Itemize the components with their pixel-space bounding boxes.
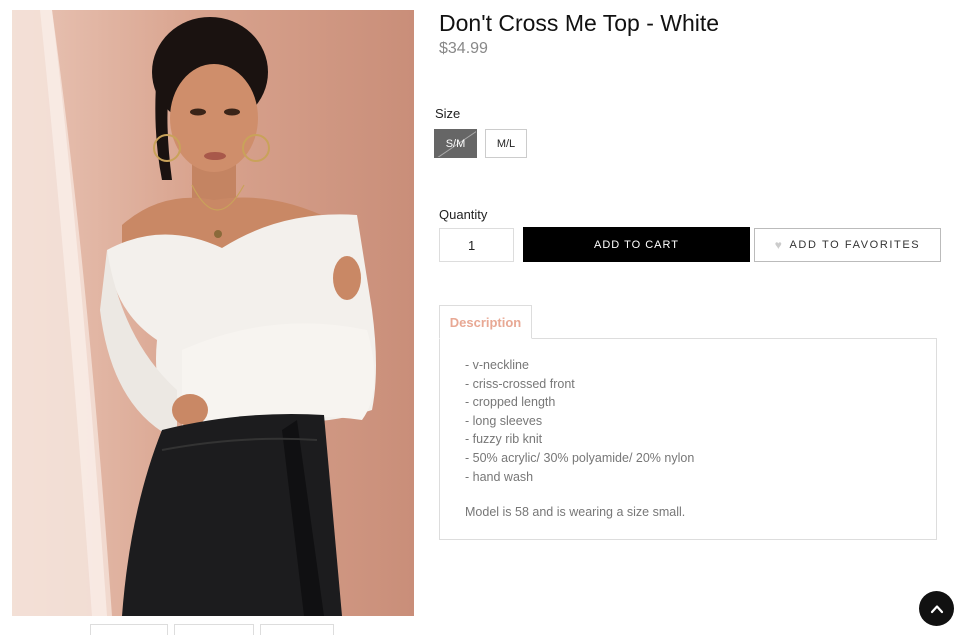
quantity-input[interactable] bbox=[439, 228, 514, 262]
add-to-favorites-label: ADD TO FAVORITES bbox=[789, 239, 921, 251]
heart-icon: ♥ bbox=[774, 238, 784, 252]
chevron-up-icon bbox=[930, 604, 943, 613]
size-option-sm[interactable]: S/M bbox=[434, 129, 477, 158]
list-item: - hand wash bbox=[465, 469, 534, 484]
list-item: - criss-crossed front bbox=[465, 376, 575, 391]
list-item: - fuzzy rib knit bbox=[465, 432, 543, 447]
thumbnail-2[interactable] bbox=[174, 624, 254, 635]
list-item: - long sleeves bbox=[465, 413, 543, 428]
scroll-to-top-button[interactable] bbox=[919, 591, 954, 626]
description-list: - v-neckline - criss-crossed front - cro… bbox=[465, 356, 694, 486]
product-price: $34.99 bbox=[439, 40, 488, 57]
thumbnail-1[interactable] bbox=[90, 624, 168, 635]
product-title: Don't Cross Me Top - White bbox=[439, 10, 720, 36]
size-option-ml[interactable]: M/L bbox=[485, 129, 527, 158]
product-photo-illustration bbox=[12, 10, 376, 616]
add-to-favorites-button[interactable]: ♥ ADD TO FAVORITES bbox=[754, 228, 941, 262]
product-image[interactable] bbox=[12, 10, 414, 616]
size-option-label: M/L bbox=[496, 137, 516, 150]
quantity-label: Quantity bbox=[439, 207, 488, 222]
thumbnail-3[interactable] bbox=[260, 624, 334, 635]
list-item: - v-neckline bbox=[465, 358, 529, 372]
add-to-cart-label: ADD TO CART bbox=[594, 238, 679, 251]
add-to-cart-button[interactable]: ADD TO CART bbox=[523, 227, 750, 262]
list-item: - 50% acrylic/ 30% polyamide/ 20% nylon bbox=[465, 450, 695, 465]
list-item: - cropped length bbox=[465, 395, 556, 410]
size-option-label: S/M bbox=[445, 137, 466, 150]
size-label: Size bbox=[435, 106, 461, 121]
model-note: Model is 58 and is wearing a size small. bbox=[465, 505, 686, 519]
tab-description[interactable]: Description bbox=[439, 305, 532, 339]
